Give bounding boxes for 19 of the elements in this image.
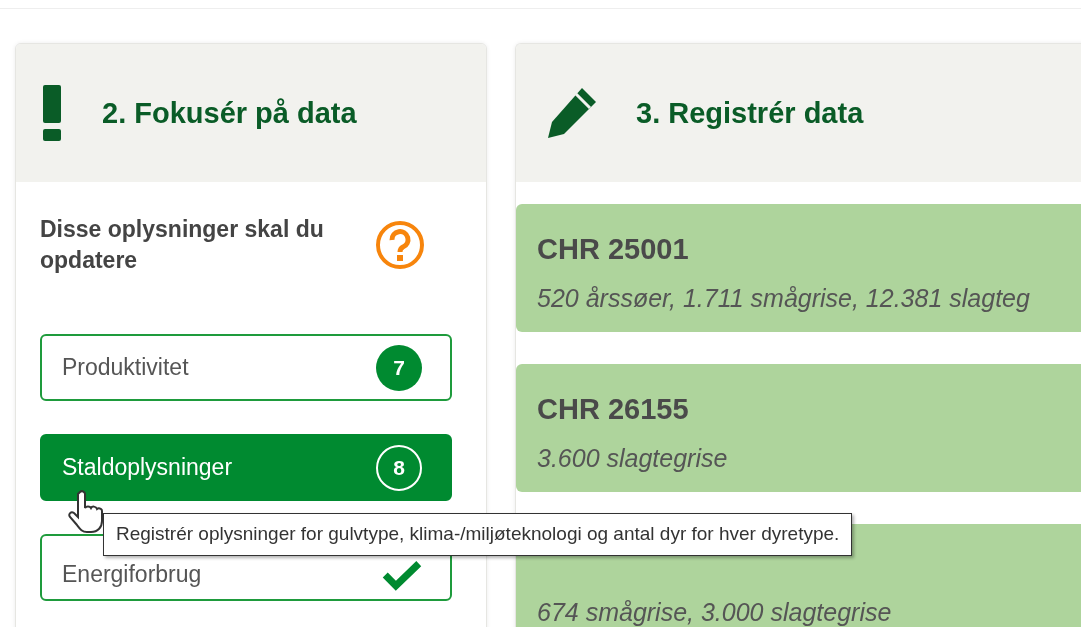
category-button[interactable]: Staldoplysninger 8 [40, 434, 452, 502]
herd-card[interactable]: CHR 26155 3.600 slagtegrise [516, 364, 1081, 492]
herd-summary: 520 årssøer, 1.711 smågrise, 12.381 slagteg [537, 282, 1031, 314]
tooltip: Registrér oplysninger for gulvtype, klima-/miljøteknologi og antal dyr for hver dyretype. [103, 513, 853, 556]
intro-text: Disse oplysninger skal du opdatere [40, 215, 325, 276]
hand-cursor-icon [68, 489, 106, 535]
herd-title: CHR 25001 [537, 232, 690, 267]
exclamation-icon [42, 85, 62, 141]
help-icon[interactable] [375, 220, 425, 271]
herd-card[interactable]: CHR 25001 520 årssøer, 1.711 smågrise, 12.381 slagteg [516, 204, 1081, 332]
category-button[interactable]: Produktivitet 7 [40, 334, 452, 402]
count-badge: 7 [376, 344, 422, 391]
herd-summary: 3.600 slagtegrise [537, 442, 729, 474]
count-badge: 8 [376, 444, 422, 491]
herd-title: CHR 26155 [537, 392, 690, 427]
check-icon [382, 561, 422, 592]
panel-title: 2. Fokusér på data [102, 95, 357, 131]
herd-summary: 674 smågrise, 3.000 slagtegrise [537, 597, 893, 627]
panel-title: 3. Registrér data [636, 95, 864, 131]
